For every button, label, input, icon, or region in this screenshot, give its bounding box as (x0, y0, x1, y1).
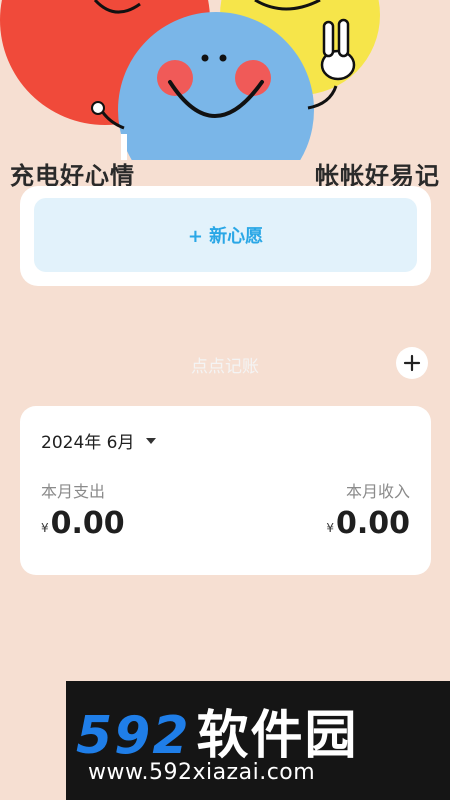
add-record-button[interactable] (396, 347, 428, 379)
income-label: 本月收入 (345, 482, 410, 501)
caret-down-icon (146, 437, 157, 444)
expense-label: 本月支出 (41, 482, 106, 501)
bookkeeping-title: 点点记账 (191, 357, 259, 377)
watermark-logo: 592 软件园 www.592xiazai.com (66, 681, 450, 800)
income-amount: ¥ 0.00 (326, 506, 410, 541)
expense-value: 0.00 (50, 506, 125, 541)
currency-symbol: ¥ (41, 521, 49, 535)
plus-icon (403, 354, 421, 372)
income-value: 0.00 (335, 506, 410, 541)
currency-symbol: ¥ (326, 521, 334, 535)
month-value: 2024年 6月 (41, 433, 135, 453)
hero-illustration (0, 0, 450, 160)
month-selector[interactable]: 2024年 6月 (41, 428, 157, 453)
smiley-illustration (0, 0, 380, 160)
expense-amount: ¥ 0.00 (41, 506, 125, 541)
wish-card: + 新心愿 (20, 186, 431, 286)
monthly-summary-card: 2024年 6月 本月支出 本月收入 ¥ 0.00 ¥ 0.00 (20, 406, 431, 575)
watermark-brand: 软件园 (196, 706, 359, 766)
watermark-number: 592 (76, 706, 191, 766)
new-wish-button[interactable]: + 新心愿 (34, 198, 417, 272)
watermark-url: www.592xiazai.com (88, 760, 316, 785)
